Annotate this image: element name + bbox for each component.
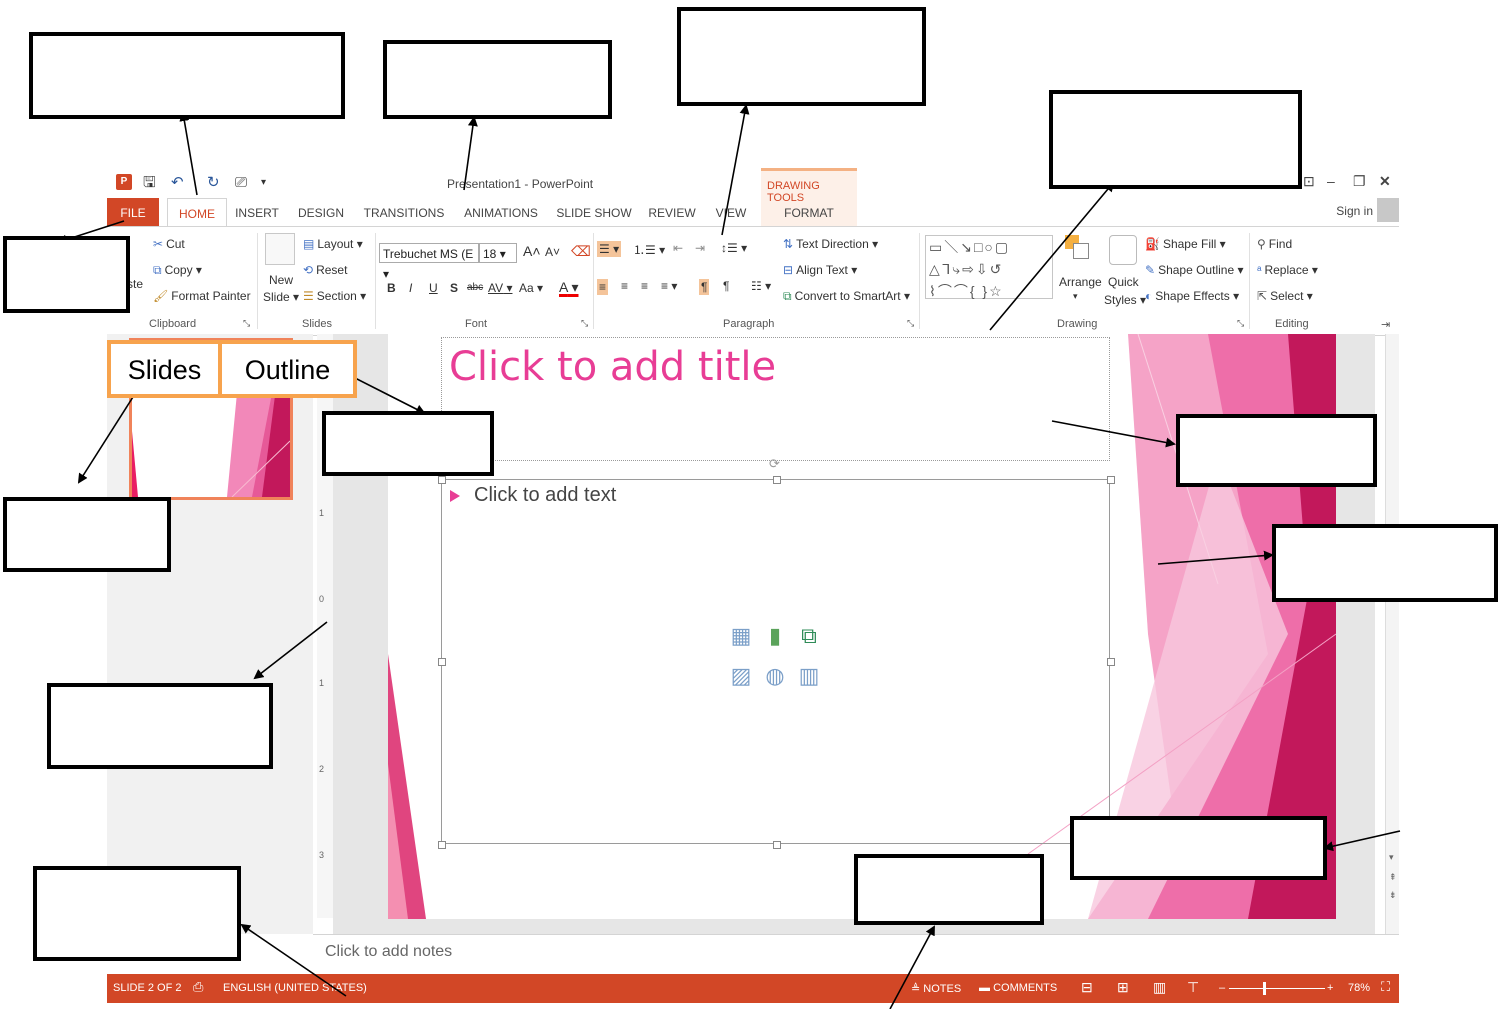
arrow [463, 116, 478, 191]
annotation-blank-box [322, 411, 494, 476]
arrow [354, 377, 426, 414]
arrow [77, 396, 134, 484]
arrow [889, 925, 935, 1009]
annotation-blank-box [854, 854, 1044, 925]
arrow [989, 181, 1115, 331]
annotation-blank-box [33, 866, 241, 961]
arrow [721, 104, 750, 236]
annotation-blank-box [677, 7, 926, 106]
arrow [240, 923, 347, 997]
slides-pane-tab[interactable]: Slides [107, 340, 222, 398]
arrow [179, 111, 198, 196]
outline-pane-tab[interactable]: Outline [218, 340, 357, 398]
arrow [1323, 830, 1401, 852]
arrow [1157, 550, 1274, 565]
annotation-blank-box [1070, 816, 1327, 880]
annotation-blank-box [47, 683, 273, 769]
annotation-blank-box [1272, 524, 1498, 602]
annotation-blank-box [3, 497, 171, 572]
annotation-blank-box [3, 236, 130, 313]
annotation-blank-box [383, 40, 612, 119]
arrow [253, 621, 328, 680]
annotation-blank-box [29, 32, 345, 119]
annotation-blank-box [1176, 414, 1377, 487]
arrow [1051, 420, 1176, 448]
annotation-blank-box [1049, 90, 1302, 189]
